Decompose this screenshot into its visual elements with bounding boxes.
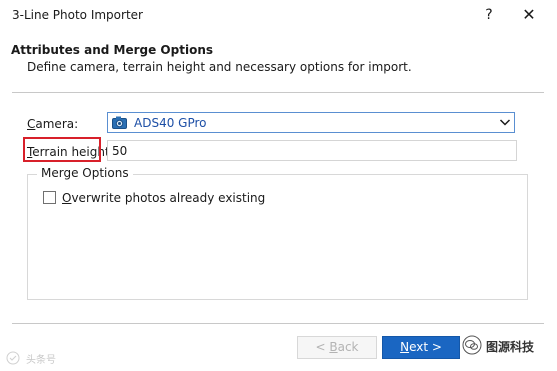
watermark-icon [6, 351, 20, 365]
help-button[interactable]: ? [480, 4, 498, 26]
watermark-text: 图源科技 [486, 340, 535, 354]
next-button[interactable]: Next > [382, 336, 460, 359]
header-divider [12, 92, 544, 94]
footer-divider [12, 323, 544, 325]
header-title: Attributes and Merge Options [11, 43, 214, 57]
wechat-icon [462, 335, 482, 355]
window-title: 3-Line Photo Importer [12, 8, 143, 22]
header-subtitle: Define camera, terrain height and necess… [27, 60, 412, 74]
back-button[interactable]: < Back [297, 336, 377, 359]
chevron-down-icon[interactable] [499, 116, 511, 128]
title-bar: 3-Line Photo Importer ? ✕ [0, 0, 557, 31]
watermark-logo: 图源科技 [462, 335, 544, 359]
watermark-left: 头条号 [4, 349, 78, 367]
overwrite-checkbox[interactable] [43, 191, 56, 204]
overwrite-label[interactable]: Overwrite photos already existing [62, 191, 265, 205]
camera-dropdown[interactable]: ADS40 GPro [107, 112, 515, 133]
highlight-box [23, 137, 101, 162]
watermark-left-text: 头条号 [26, 355, 56, 366]
close-button[interactable]: ✕ [518, 3, 540, 27]
terrain-height-input[interactable] [107, 140, 517, 161]
camera-label: Camera: [27, 117, 79, 131]
wizard-header: Attributes and Merge Options Define came… [0, 31, 557, 83]
camera-selected-value: ADS40 GPro [134, 116, 207, 130]
merge-options-title: Merge Options [37, 166, 133, 180]
camera-icon [112, 116, 127, 129]
